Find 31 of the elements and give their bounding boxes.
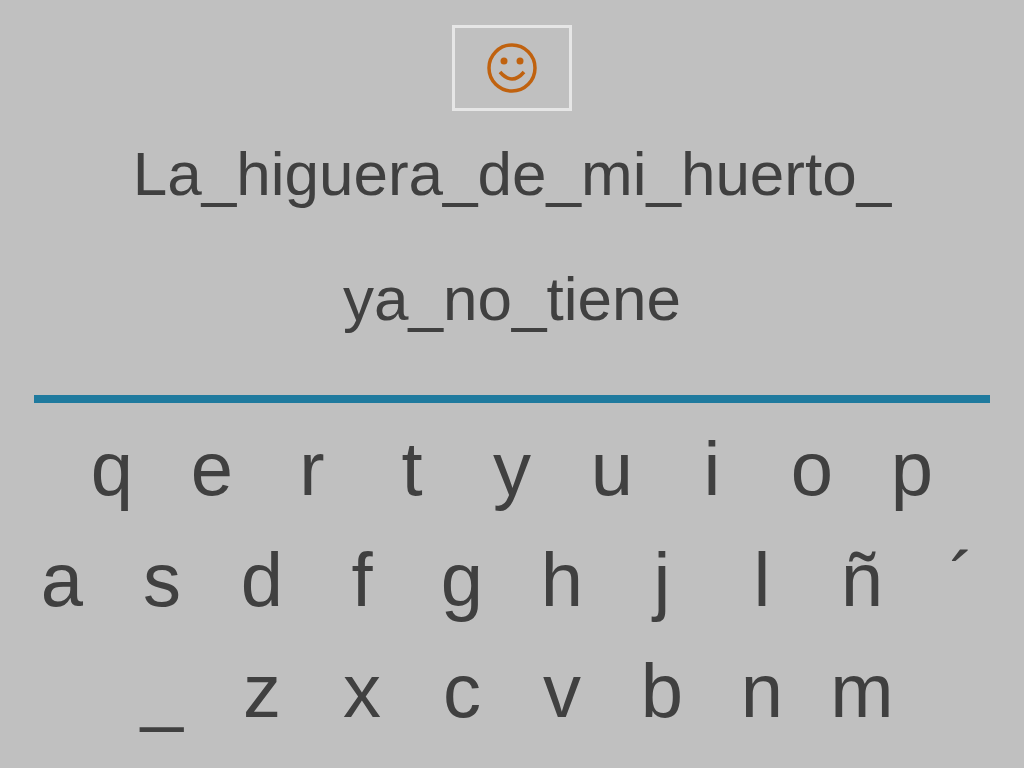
letter-key[interactable]: a [12, 524, 112, 635]
letter-key[interactable]: _ [112, 635, 212, 746]
letter-key[interactable]: l [712, 524, 812, 635]
letter-key[interactable]: p [862, 413, 962, 524]
letter-key[interactable]: x [312, 635, 412, 746]
letter-key[interactable]: u [562, 413, 662, 524]
sentence-line: ya_no_tiene [343, 263, 681, 335]
letter-key[interactable]: j [612, 524, 712, 635]
sentence-line: La_higuera_de_mi_huerto_ [132, 138, 892, 210]
letter-key[interactable]: v [512, 635, 612, 746]
letter-key[interactable]: t [362, 413, 462, 524]
smiley-icon [486, 42, 538, 94]
letter-key[interactable]: h [512, 524, 612, 635]
letter-key[interactable]: z [212, 635, 312, 746]
letter-key[interactable]: n [712, 635, 812, 746]
letter-key[interactable]: i [662, 413, 762, 524]
letter-key[interactable]: q [62, 413, 162, 524]
letter-key[interactable]: ´ [912, 524, 1012, 635]
letter-key[interactable]: g [412, 524, 512, 635]
letter-key[interactable]: c [412, 635, 512, 746]
letter-key[interactable]: f [312, 524, 412, 635]
letter-key[interactable]: s [112, 524, 212, 635]
smiley-button[interactable] [452, 25, 572, 111]
letter-key[interactable]: ñ [812, 524, 912, 635]
letter-key[interactable]: r [262, 413, 362, 524]
letter-key[interactable]: d [212, 524, 312, 635]
letter-key[interactable]: m [812, 635, 912, 746]
letter-key[interactable]: y [462, 413, 562, 524]
letter-key[interactable]: e [162, 413, 262, 524]
letter-key[interactable]: b [612, 635, 712, 746]
letter-key[interactable]: o [762, 413, 862, 524]
